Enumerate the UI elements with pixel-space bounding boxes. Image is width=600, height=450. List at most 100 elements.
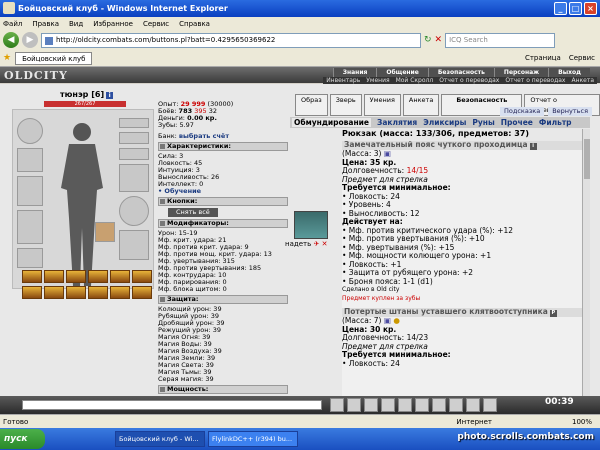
maximize-button[interactable]: □ — [569, 2, 582, 15]
refresh-icon[interactable]: ↻ — [424, 35, 432, 45]
modifiers-header[interactable]: Модификаторы: — [158, 219, 288, 228]
menu-edit[interactable]: Правка — [32, 20, 59, 28]
amulet-slot[interactable] — [119, 132, 149, 144]
hint-button[interactable]: Подсказка — [500, 107, 545, 116]
subnav-transfers-2[interactable]: Отчет о переводах — [502, 77, 569, 84]
earring-slot[interactable] — [119, 118, 149, 128]
tab-other[interactable]: Прочее — [501, 118, 533, 127]
item-icon[interactable] — [88, 270, 108, 283]
chat-tool-icon[interactable] — [381, 398, 395, 412]
belt-item-icon[interactable] — [294, 211, 328, 239]
menu-file[interactable]: Файл — [3, 20, 22, 28]
training-link[interactable]: • Обучение — [158, 188, 288, 195]
item-icon[interactable] — [132, 286, 152, 299]
tab-spells[interactable]: Заклятия — [377, 118, 417, 127]
bank-link[interactable]: выбрать счёт — [179, 132, 229, 140]
favorites-star-icon[interactable]: ★ — [3, 53, 11, 63]
characteristics-header[interactable]: Характеристики: — [158, 142, 288, 151]
browser-tab[interactable]: Бойцовский клуб — [15, 51, 93, 65]
tab-runes[interactable]: Руны — [472, 118, 494, 127]
boots-slot[interactable] — [119, 230, 149, 260]
nav-security[interactable]: Безопасность — [427, 68, 494, 77]
chat-tool-icon[interactable] — [330, 398, 344, 412]
tab-image[interactable]: Образ — [295, 94, 328, 116]
chat-tool-icon[interactable] — [364, 398, 378, 412]
item-icon[interactable] — [66, 286, 86, 299]
delete-icon[interactable]: ✕ — [322, 240, 328, 248]
chat-input[interactable] — [22, 400, 322, 410]
tab-elixirs[interactable]: Эликсиры — [423, 118, 466, 127]
item-icon[interactable] — [44, 286, 64, 299]
item-icon[interactable] — [88, 286, 108, 299]
menu-tools[interactable]: Сервис — [143, 20, 169, 28]
menu-help[interactable]: Справка — [179, 20, 210, 28]
item-icon[interactable] — [22, 270, 42, 283]
return-button[interactable]: Вернуться — [548, 107, 593, 116]
chat-tool-icon[interactable] — [398, 398, 412, 412]
chat-tool-icon[interactable] — [432, 398, 446, 412]
chat-tool-icon[interactable] — [347, 398, 361, 412]
gloves-slot[interactable] — [119, 164, 149, 192]
subnav-inventory[interactable]: Инвентарь — [323, 77, 364, 84]
back-button[interactable]: ◀ — [3, 32, 19, 48]
ring-slot[interactable] — [119, 148, 149, 160]
subnav-transfers[interactable]: Отчет о переводах — [436, 77, 503, 84]
item-icon[interactable] — [66, 270, 86, 283]
nav-character[interactable]: Персонаж — [493, 68, 549, 77]
stop-icon[interactable]: ✕ — [435, 35, 443, 45]
item-icon[interactable] — [110, 270, 130, 283]
power-header[interactable]: Мощность: — [158, 385, 288, 394]
subnav-skills[interactable]: Умения — [363, 77, 393, 84]
weapon-slot[interactable] — [17, 176, 43, 206]
helmet-slot[interactable] — [17, 118, 43, 144]
drop-icon[interactable]: ✈ — [313, 240, 319, 248]
protection-header[interactable]: Защита: — [158, 295, 288, 304]
close-button[interactable]: × — [584, 2, 597, 15]
shield-slot[interactable] — [119, 196, 149, 226]
put-on-link[interactable]: надеть ✈ ✕ — [285, 240, 327, 248]
chat-tools — [330, 398, 497, 412]
menu-favorites[interactable]: Избранное — [93, 20, 133, 28]
pet-icon[interactable] — [95, 222, 115, 242]
browser-tab-bar: ★ Бойцовский клуб Страница Сервис — [0, 50, 600, 67]
nav-exit[interactable]: Выход — [548, 68, 590, 77]
item-icon[interactable] — [132, 270, 152, 283]
item-icon[interactable] — [110, 286, 130, 299]
taskbar-item-ie[interactable]: Бойцовский клуб - Wi... — [115, 431, 205, 447]
bracer-slot[interactable] — [17, 148, 43, 172]
search-input[interactable]: ICQ Search — [445, 32, 556, 48]
tab-equipment[interactable]: Обмундирование — [292, 118, 371, 127]
url-input[interactable]: http://oldcity.combats.com/buttons.pl?ba… — [41, 32, 421, 48]
nav-chat[interactable]: Общение — [376, 68, 428, 77]
subnav-profile[interactable]: Анкета — [568, 77, 597, 84]
page-menu[interactable]: Страница — [525, 54, 561, 62]
info-icon[interactable]: i — [529, 143, 537, 150]
item-icon[interactable] — [22, 286, 42, 299]
minimize-button[interactable]: _ — [554, 2, 567, 15]
tab-pet[interactable]: Зверь — [329, 94, 362, 116]
remove-all-button[interactable]: Снять всё — [168, 208, 218, 217]
subnav-scroll[interactable]: Мой Скролл — [392, 77, 437, 84]
taskbar-item-flylink[interactable]: FlylinkDC++ (r394) bu... — [208, 431, 298, 447]
chat-tool-icon[interactable] — [415, 398, 429, 412]
tab-filter[interactable]: Фильтр — [539, 118, 572, 127]
tools-menu[interactable]: Сервис — [569, 54, 595, 62]
info-icon[interactable]: i — [106, 92, 114, 99]
chat-tool-icon[interactable] — [466, 398, 480, 412]
menu-view[interactable]: Вид — [69, 20, 83, 28]
status-bar: Готово Интернет 100% — [0, 414, 600, 428]
chat-tool-icon[interactable] — [483, 398, 497, 412]
item-list-scrollbar[interactable] — [582, 129, 590, 396]
zoom-level[interactable]: 100% — [572, 418, 592, 426]
belt-slot[interactable] — [17, 248, 43, 268]
buttons-header[interactable]: Кнопки: — [158, 197, 288, 206]
armor-slot[interactable] — [17, 210, 43, 244]
start-button[interactable]: пуск — [0, 429, 45, 449]
chat-tool-icon[interactable] — [449, 398, 463, 412]
item-icon[interactable] — [44, 270, 64, 283]
nav-knowledge[interactable]: Знания — [332, 68, 377, 77]
info-icon[interactable]: P — [549, 310, 557, 317]
tab-skills[interactable]: Умения — [363, 94, 401, 116]
tab-profile[interactable]: Анкета — [402, 94, 440, 116]
forward-button[interactable]: ▶ — [22, 32, 38, 48]
